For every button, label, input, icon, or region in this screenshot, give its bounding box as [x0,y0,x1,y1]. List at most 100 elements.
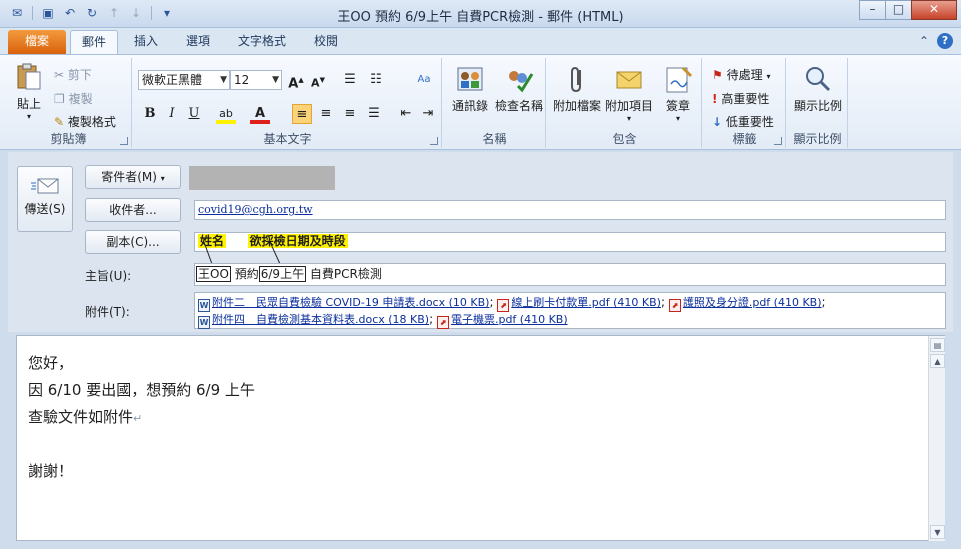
attachment-5[interactable]: 電子機票.pdf (410 KB) [451,313,568,326]
tab-review[interactable]: 校閱 [304,30,348,54]
justify-icon[interactable]: ☰ [364,104,384,124]
underline-button[interactable]: U [184,104,204,124]
down-arrow-icon: ↓ [712,115,723,129]
message-body[interactable]: 您好， 因 6/10 要出國，想預約 6/9 上午 查驗文件如附件↵ 謝謝！ [16,335,945,541]
attachment-2[interactable]: 線上刷卡付款單.pdf (410 KB) [511,296,661,309]
zoom-button[interactable]: 顯示比例 [790,64,846,114]
zoom-label: 顯示比例 [793,99,842,113]
bullets-icon[interactable]: ☰ [340,70,360,90]
attachments-row-2: W 附件四 自費檢測基本資料表.docx (18 KB); ⬈ 電子機票.pdf (… [198,312,568,329]
subject-mid: 預約 [234,267,259,281]
scroll-up-icon[interactable]: ▲ [930,354,945,368]
maximize-button[interactable]: □ [885,0,912,20]
font-family-select[interactable]: 微軟正黑體 ▼ [138,70,230,90]
increase-indent-icon[interactable]: ⇥ [418,104,438,124]
to-recipient[interactable]: covid19@cgh.org.tw [198,203,313,216]
exclamation-icon: ! [712,92,718,106]
tab-options[interactable]: 選項 [176,30,220,54]
include-group-label: 包含 [612,132,637,146]
cut-button[interactable]: ✂ 剪下 [54,66,92,83]
align-left-icon[interactable]: ≡ [292,104,312,124]
clipboard-group-label: 剪貼簿 [50,132,87,146]
cc-field[interactable]: 姓名 欲採檢日期及時段 [194,232,946,252]
body-line-1: 您好， [28,354,74,372]
subject-field[interactable]: 王OO 預約 6/9上午 自費PCR檢測 [194,263,946,286]
group-basic-text: 微軟正黑體 ▼ 12 ▼ A▲ A▼ ☰ ☷ Aa B I U ab A ≡ ≡ ≡… [134,58,442,148]
copy-button[interactable]: ❐ 複製 [54,90,93,107]
paste-dropdown-icon[interactable]: ▾ [12,112,46,121]
attach-item-dropdown-icon[interactable]: ▾ [604,114,654,123]
follow-up-button[interactable]: ⚑ 待處理 ▾ [712,66,770,83]
format-painter-button[interactable]: ✎ 複製格式 [54,113,116,130]
to-field[interactable]: covid19@cgh.org.tw [194,200,946,220]
from-account-redacted [189,166,335,190]
to-button[interactable]: 收件者... [85,198,181,222]
high-importance-button[interactable]: ! 高重要性 [712,90,769,107]
tags-group-label: 標籤 [732,132,757,146]
shrink-font-icon[interactable]: A▼ [308,70,328,90]
close-button[interactable]: ✕ [911,0,957,20]
attachment-4[interactable]: 附件四 自費檢測基本資料表.docx (18 KB) [212,313,429,326]
scroll-down-icon[interactable]: ▼ [930,525,945,539]
cut-label: 剪下 [67,68,92,82]
font-size-value: 12 [234,73,250,87]
help-icon[interactable]: ? [937,33,953,49]
signature-button[interactable]: 簽章 ▾ [656,64,700,123]
check-names-icon [509,71,534,93]
attachments-field[interactable]: W 附件二 民眾自費檢驗 COVID-19 申請表.docx (10 KB); ⬈… [194,292,946,329]
title-bar: ✉ ▣ ↶ ↻ ↑ ↓ ▾ 王OO 預約 6/9上午 自費PCR檢測 - 郵件 … [0,0,961,28]
group-zoom: 顯示比例 顯示比例 [788,58,848,148]
tab-file[interactable]: 檔案 [8,30,66,54]
ruler-toggle-icon[interactable]: ▤ [930,338,945,352]
numbering-icon[interactable]: ☷ [366,70,386,90]
attachment-1[interactable]: 附件二 民眾自費檢驗 COVID-19 申請表.docx (10 KB) [212,296,489,309]
check-names-button[interactable]: 檢查名稱 [494,64,544,114]
address-book-button[interactable]: 通訊錄 [448,64,492,114]
italic-button[interactable]: I [162,104,182,124]
send-label: 傳送(S) [24,202,66,216]
vertical-scrollbar[interactable]: ▤ ▲ ▼ [928,336,945,541]
tab-insert[interactable]: 插入 [124,30,168,54]
chevron-down-icon: ▾ [160,174,165,183]
align-right-icon[interactable]: ≡ [340,104,360,124]
font-color-icon[interactable]: A [250,104,270,124]
paste-icon [17,63,41,90]
low-importance-button[interactable]: ↓ 低重要性 [712,113,774,130]
signature-dropdown-icon[interactable]: ▾ [656,114,700,123]
ribbon-tabs: 檔案 郵件 插入 選項 文字格式 校閱 ⌃ ? [0,28,961,54]
high-importance-label: 高重要性 [721,92,770,106]
body-line-2: 因 6/10 要出國，想預約 6/9 上午 [28,381,255,399]
font-size-select[interactable]: 12 ▼ [230,70,282,90]
subject-name: 王OO [196,266,231,282]
highlight-icon[interactable]: ab [216,104,236,124]
minimize-button[interactable]: – [859,0,886,20]
grow-font-icon[interactable]: A▲ [286,70,306,91]
low-importance-label: 低重要性 [725,115,774,129]
window-title: 王OO 預約 6/9上午 自費PCR檢測 - 郵件 (HTML) [337,10,624,25]
from-button[interactable]: 寄件者(M) ▾ [85,165,181,189]
font-family-value: 微軟正黑體 [142,73,203,87]
paragraph-mark-icon: ↵ [133,412,143,425]
body-line-5: 謝謝！ [28,462,74,480]
clear-formatting-icon[interactable]: Aa [414,70,434,90]
chevron-down-icon: ▼ [272,75,279,85]
cc-button[interactable]: 副本(C)... [85,230,181,254]
bold-button[interactable]: B [140,104,160,124]
send-button[interactable]: 傳送(S) [17,166,73,232]
decrease-indent-icon[interactable]: ⇤ [396,104,416,124]
attachments-row-1: W 附件二 民眾自費檢驗 COVID-19 申請表.docx (10 KB); ⬈… [198,295,826,312]
attachments-label: 附件(T): [85,305,130,319]
subject-date: 6/9上午 [258,266,307,282]
attachment-3[interactable]: 護照及身分證.pdf (410 KB) [683,296,822,309]
tags-launcher-icon[interactable] [774,137,782,145]
attach-file-button[interactable]: 附加檔案 [552,64,602,114]
paste-button[interactable]: 貼上 ▾ [12,62,46,121]
names-group-label: 名稱 [482,132,507,146]
tab-mail[interactable]: 郵件 [70,30,118,54]
attach-item-button[interactable]: 附加項目 ▾ [604,64,654,123]
tab-format-text[interactable]: 文字格式 [228,30,296,54]
basic-text-launcher-icon[interactable] [430,137,438,145]
align-center-icon[interactable]: ≡ [316,104,336,124]
clipboard-launcher-icon[interactable] [120,137,128,145]
caret-up-icon[interactable]: ⌃ [919,34,929,48]
